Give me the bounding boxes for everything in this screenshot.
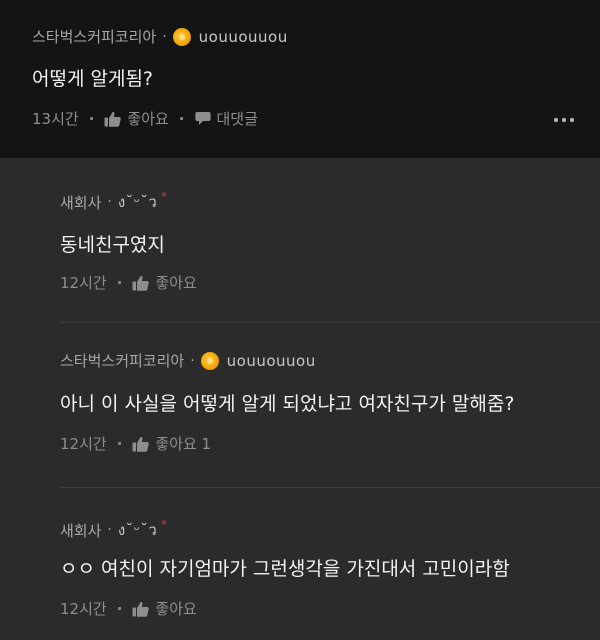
reply-button[interactable]: 대댓글 xyxy=(194,108,258,129)
separator-dot: · xyxy=(88,109,95,128)
timestamp: 12시간 xyxy=(60,435,107,453)
separator-dot: · xyxy=(116,434,123,453)
thumbs-up-icon xyxy=(132,601,150,617)
reply-actions: 12시간 · 좋아요 xyxy=(60,598,197,619)
timestamp: 12시간 xyxy=(60,274,107,292)
separator-dot: · xyxy=(107,522,112,538)
like-button[interactable]: 좋아요 xyxy=(132,598,197,619)
coin-badge-icon xyxy=(200,351,219,370)
like-button[interactable]: 좋아요 1 xyxy=(132,433,211,454)
separator-dot: · xyxy=(107,194,112,210)
separator-dot: · xyxy=(190,352,195,369)
timestamp: 12시간 xyxy=(60,600,107,618)
like-label: 좋아요 xyxy=(155,600,197,618)
reply-header: 새회사 · ง˘ᵕ˘ว * xyxy=(60,518,167,542)
separator-dot: · xyxy=(116,599,123,618)
reply-header: 새회사 · ง˘ᵕ˘ว * xyxy=(60,190,167,214)
separator-dot: · xyxy=(178,109,185,128)
thumbs-up-icon xyxy=(132,275,150,291)
reply-text: ㅇㅇ 여친이 자기엄마가 그런생각을 가진대서 고민이라함 xyxy=(60,558,510,580)
like-label: 좋아요 xyxy=(155,274,197,292)
status-star: * xyxy=(161,189,167,203)
reply-item: 새회사 · ง˘ᵕ˘ว * ㅇㅇ 여친이 자기엄마가 그런생각을 가진대서 고민… xyxy=(32,488,600,640)
comment-text: 어떻게 알게됨? xyxy=(32,68,154,90)
reply-item: 새회사 · ง˘ᵕ˘ว * 동네친구였지 12시간 · 좋아요 xyxy=(32,158,600,322)
reply-actions: 12시간 · 좋아요 1 xyxy=(60,433,211,454)
status-star: * xyxy=(161,517,167,531)
timestamp: 13시간 xyxy=(32,110,79,128)
nickname[interactable]: uouuouuou xyxy=(199,28,288,46)
nickname[interactable]: uouuouuou xyxy=(227,352,316,370)
like-button[interactable]: 좋아요 xyxy=(132,272,197,293)
reply-text: 동네친구였지 xyxy=(60,234,165,256)
more-dots-icon[interactable] xyxy=(554,118,574,122)
like-label: 좋아요 xyxy=(127,110,169,128)
author-name[interactable]: 스타벅스커피코리아 xyxy=(60,350,184,371)
separator-dot: · xyxy=(116,273,123,292)
reply-text: 아니 이 사실을 어떻게 알게 되었냐고 여자친구가 말해줌? xyxy=(60,393,515,415)
reply-item: 스타벅스커피코리아 · uouuouuou 아니 이 사실을 어떻게 알게 되었… xyxy=(32,323,600,487)
author-name[interactable]: 스타벅스커피코리아 xyxy=(32,26,156,47)
comment-actions: 13시간 · 좋아요 · 대댓글 xyxy=(32,108,258,129)
nickname[interactable]: ง˘ᵕ˘ว xyxy=(118,518,157,542)
thumbs-up-icon xyxy=(104,111,122,127)
speech-bubble-icon xyxy=(194,112,211,125)
top-comment: 스타벅스커피코리아 · uouuouuou 어떻게 알게됨? 13시간 · 좋아… xyxy=(0,0,600,158)
like-label: 좋아요 1 xyxy=(155,435,212,453)
coin-badge-icon xyxy=(172,27,191,46)
author-name[interactable]: 새회사 xyxy=(60,520,101,541)
nickname[interactable]: ง˘ᵕ˘ว xyxy=(118,190,157,214)
author-name[interactable]: 새회사 xyxy=(60,192,101,213)
comment-header: 스타벅스커피코리아 · uouuouuou xyxy=(32,26,288,47)
reply-header: 스타벅스커피코리아 · uouuouuou xyxy=(60,350,316,371)
separator-dot: · xyxy=(162,28,167,45)
reply-label: 대댓글 xyxy=(216,110,258,128)
thumbs-up-icon xyxy=(132,436,150,452)
like-button[interactable]: 좋아요 xyxy=(104,108,169,129)
comment-thread: 스타벅스커피코리아 · uouuouuou 어떻게 알게됨? 13시간 · 좋아… xyxy=(0,0,600,640)
reply-actions: 12시간 · 좋아요 xyxy=(60,272,197,293)
